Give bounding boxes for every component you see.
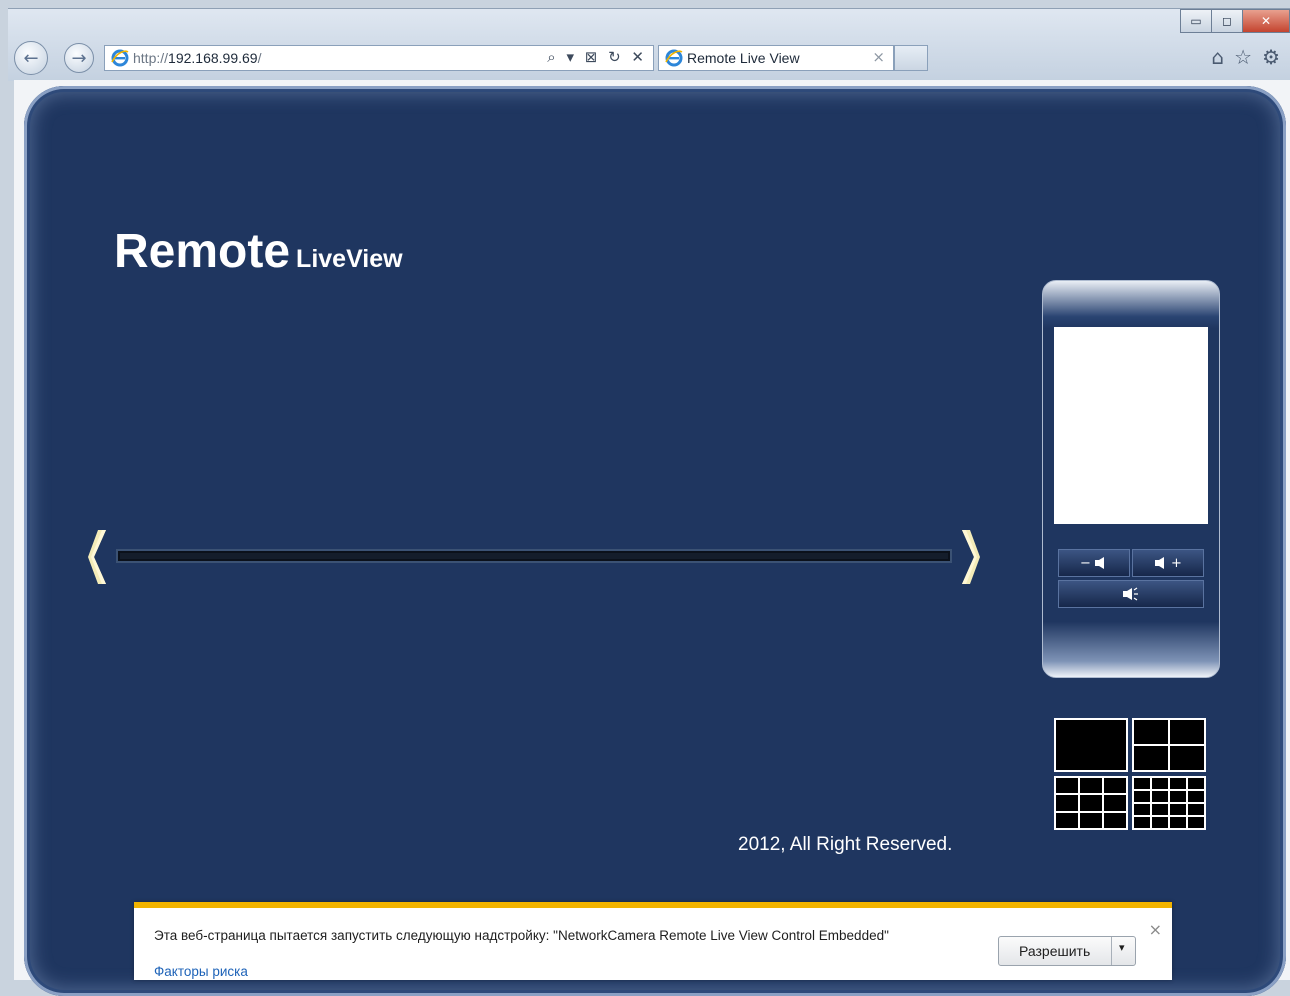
back-button[interactable]: ← <box>14 41 48 75</box>
new-tab-button[interactable] <box>894 45 928 71</box>
chevron-down-icon[interactable]: ▾ <box>1119 941 1125 954</box>
address-url: http://192.168.99.69/ <box>133 50 261 66</box>
allow-split-button[interactable]: Разрешить ▾ <box>998 936 1136 966</box>
url-path: / <box>257 50 262 66</box>
tab-close-icon[interactable]: × <box>872 48 885 66</box>
browser-toolbar: ▭ ◻ ✕ ← → http://192.168.99.69/ ⌕ ▾ ⊠ ↻ … <box>8 8 1290 81</box>
forward-button[interactable]: → <box>64 43 94 73</box>
brand-title: Remote <box>114 225 291 278</box>
layout-4-button[interactable] <box>1132 718 1206 772</box>
layout-16-button[interactable] <box>1132 776 1206 830</box>
preview-area <box>1054 327 1208 524</box>
speaker-mute-icon <box>1123 587 1138 601</box>
notification-message: Эта веб-страница пытается запустить след… <box>154 928 889 943</box>
brand-logo: Remote LiveView <box>114 224 403 279</box>
speaker-icon <box>1155 557 1165 569</box>
layout-9-button[interactable] <box>1054 776 1128 830</box>
allow-button[interactable]: Разрешить <box>1019 943 1090 959</box>
url-scheme: http:// <box>133 50 169 66</box>
previous-arrow-icon[interactable] <box>86 528 110 586</box>
close-window-button[interactable]: ✕ <box>1242 9 1290 33</box>
next-arrow-icon[interactable] <box>958 528 982 586</box>
split-divider <box>1111 937 1112 965</box>
speaker-icon <box>1094 557 1104 569</box>
address-bar[interactable]: http://192.168.99.69/ ⌕ ▾ ⊠ ↻ ✕ <box>104 45 654 71</box>
notification-close-icon[interactable]: × <box>1149 920 1162 939</box>
volume-down-button[interactable]: − <box>1058 549 1130 577</box>
window-controls: ▭ ◻ ✕ <box>1180 9 1290 33</box>
browser-right-icons: ⌂ ☆ ⚙ <box>1211 45 1280 69</box>
maximize-button[interactable]: ◻ <box>1211 9 1243 33</box>
tools-gear-icon[interactable]: ⚙ <box>1262 45 1280 69</box>
layout-1-button[interactable] <box>1054 718 1128 772</box>
volume-down-sign: − <box>1080 555 1091 571</box>
brand-subtitle: LiveView <box>296 245 403 273</box>
mute-button[interactable] <box>1058 580 1204 608</box>
address-tools[interactable]: ⌕ ▾ ⊠ ↻ ✕ <box>547 48 647 66</box>
ie-icon <box>111 49 129 67</box>
risk-factors-link[interactable]: Факторы риска <box>154 964 248 979</box>
tab-remote-live-view[interactable]: Remote Live View × <box>658 45 894 71</box>
volume-up-button[interactable]: + <box>1132 549 1204 577</box>
url-host: 192.168.99.69 <box>168 50 258 66</box>
minimize-button[interactable]: ▭ <box>1180 9 1212 33</box>
copyright-text: 2012, All Right Reserved. <box>738 834 953 855</box>
home-icon[interactable]: ⌂ <box>1211 45 1224 69</box>
favorites-star-icon[interactable]: ☆ <box>1234 45 1252 69</box>
ie-tab-icon <box>665 49 683 67</box>
video-strip <box>116 549 952 563</box>
forward-arrow-icon: → <box>71 47 87 69</box>
back-arrow-icon: ← <box>23 47 39 69</box>
addon-notification-bar: Эта веб-страница пытается запустить след… <box>134 902 1172 980</box>
tab-title: Remote Live View <box>687 50 800 66</box>
volume-up-sign: + <box>1171 555 1182 571</box>
